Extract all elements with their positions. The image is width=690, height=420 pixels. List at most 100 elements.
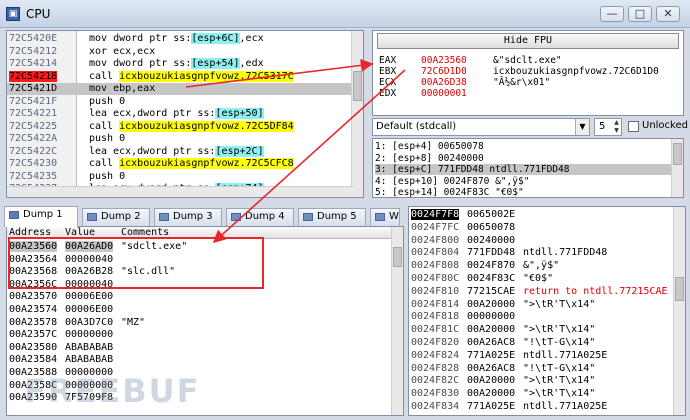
disasm-row[interactable]: 72C5421D mov ebp,eax [7,83,353,95]
chevron-down-icon[interactable]: ▼ [575,119,589,135]
spin-arrows-icon[interactable]: ▲ ▼ [612,119,621,135]
value-header[interactable]: Value [65,227,95,238]
disasm-hscrollbar[interactable] [7,186,353,197]
tab-dump-3[interactable]: Dump 3 [154,208,222,226]
disasm-row[interactable]: 72C54225 call icxbouzukiasgnpfvowz.72C5DF… [7,120,353,133]
disasm-scrollbar[interactable] [351,31,363,197]
stack-address: 0024F81C [411,324,460,336]
calling-convention-select[interactable]: Default (stdcall) ▼ [372,118,590,136]
stack-row[interactable]: 0024F82C 00A20000 ">\tR'T\x14" [409,375,675,387]
instruction-text: lea ecx,dword ptr ss: [89,145,216,157]
stack-row[interactable]: 0024F818 00000000 [409,311,675,323]
stack-row[interactable]: 0024F814 00A20000 ">\tR'T\x14" [409,299,675,311]
dump-row[interactable]: 00A2356C 00000040 [7,279,393,290]
tab-dump-4[interactable]: Dump 4 [226,208,294,226]
argument-row[interactable]: 5: [esp+14] 0024F83C "€0$" [375,187,671,197]
stack-comment: ntdll.771A025E [523,401,608,412]
register-row[interactable]: EDX 00000001 [379,88,679,99]
dump-row[interactable]: 00A23570 00006E00 [7,291,393,302]
instruction-text: lea ecx,dword ptr ss: [89,108,216,119]
stack-row[interactable]: 0024F820 00A26AC8 "!\tT-G\x14" [409,337,675,349]
stack-row[interactable]: 0024F830 00A20000 ">\tR'T\x14" [409,388,675,400]
tab-w[interactable]: W [370,208,400,226]
tab-dump-1[interactable]: Dump 1 [4,206,78,227]
scroll-thumb[interactable] [673,143,682,165]
disasm-row[interactable]: 72C5422C lea ecx,dword ptr ss:[esp+2C] [7,145,353,158]
scroll-thumb[interactable] [353,71,362,101]
tab-label: Dump 1 [23,209,63,220]
comments-header[interactable]: Comments [121,227,169,238]
stack-address: 0024F828 [411,362,460,374]
arguments-pane[interactable]: 1: [esp+4] 00650078 2: [esp+8] 00240000 3:… [372,138,684,198]
stack-row[interactable]: 0024F834 771A025E ntdll.771A025E [409,401,675,413]
disasm-row[interactable]: 72C5422A push 0 [7,133,353,145]
calling-convention-value: Default (stdcall) [376,121,457,132]
registers-pane[interactable]: Hide FPU EAX 00A23560 &"sdclt.exe" EBX 72C6D… [372,30,684,116]
register-row[interactable]: ECX 00A26D38 "Â½&r\x01" [379,77,679,88]
disasm-row[interactable]: 72C54235 push 0 [7,171,353,183]
argument-row[interactable]: 1: [esp+4] 00650078 [375,141,671,152]
tab-dump-2[interactable]: Dump 2 [82,208,150,226]
disasm-row[interactable]: 72C5421F push 0 [7,96,353,108]
dump-row[interactable]: 00A23584 ABABABAB [7,354,393,365]
scroll-thumb[interactable] [675,277,684,301]
stack-address: 0024F808 [411,260,460,272]
stack-row[interactable]: 0024F804 771FDD48 ntdll.771FDD48 [409,247,675,259]
args-scrollbar[interactable] [671,139,683,197]
maximize-button[interactable]: □ [628,6,652,22]
stack-value: 0024F83C [467,273,516,284]
stack-row[interactable]: 0024F7FC 00650078 [409,222,675,234]
disasm-row[interactable]: 72C54214 mov dword ptr ss:[esp+54],edx [7,58,353,70]
stack-address: 0024F80C [411,273,460,284]
close-button[interactable]: ✕ [656,6,680,22]
stack-row[interactable]: 0024F810 77215CAE return to ntdll.77215CAE [409,286,675,298]
stack-row[interactable]: 0024F7F8 0065002E [409,209,675,221]
address-header[interactable]: Address [9,227,51,238]
disassembly-pane[interactable]: 72C5420E mov dword ptr ss:[esp+6C],ecx 72C… [6,30,364,198]
dump-row[interactable]: 00A23578 00A3D7C0 "MZ" [7,317,393,328]
dump-scrollbar[interactable] [391,227,403,415]
register-row[interactable]: EAX 00A23560 &"sdclt.exe" [379,55,679,66]
scroll-thumb[interactable] [393,247,402,267]
stack-row[interactable]: 0024F80C 0024F83C "€0$" [409,273,675,285]
dump-row[interactable]: 00A2357C 00000000 [7,329,393,340]
disasm-address: 72C5421F [9,95,58,107]
disasm-row[interactable]: 72C54218 call icxbouzukiasgnpfvowz.72C531… [7,70,353,83]
disasm-instruction: mov ebp,eax [89,83,155,94]
disasm-row[interactable]: 72C54221 lea ecx,dword ptr ss:[esp+50] [7,108,353,120]
stack-scrollbar[interactable] [673,207,685,415]
disasm-row[interactable]: 72C54212 xor ecx,ecx [7,46,353,58]
dump-row[interactable]: 00A23560 00A26AD0 "sdclt.exe" [7,241,393,252]
dump-row[interactable]: 00A23564 00000040 [7,254,393,265]
register-value[interactable]: 00A23560 [421,55,467,66]
minimize-button[interactable]: — [600,6,624,22]
dump-address: 00A23568 [9,266,58,278]
stack-row[interactable]: 0024F800 00240000 [409,235,675,247]
stack-address: 0024F818 [411,311,460,323]
unlocked-checkbox[interactable] [628,121,639,132]
stack-row[interactable]: 0024F828 00A26AC8 "!\tT-G\x14" [409,363,675,375]
hide-fpu-button[interactable]: Hide FPU [377,33,679,49]
argument-row[interactable]: 4: [esp+10] 0024F870 &",ÿ$" [375,176,671,187]
stack-address: 0024F800 [411,234,460,246]
stack-row[interactable]: 0024F824 771A025E ntdll.771A025E [409,350,675,362]
dump-row[interactable]: 00A23580 ABABABAB [7,342,393,353]
dump-address: 00A2356C [9,278,58,290]
argument-row[interactable]: 2: [esp+8] 00240000 [375,153,671,164]
stack-pane[interactable]: 0024F7F8 0065002E 0024F7FC 00650078 0024F800… [408,206,686,416]
register-value[interactable]: 72C6D1D0 [421,66,467,77]
stack-value: 00A20000 [467,324,516,336]
register-value[interactable]: 00000001 [421,88,467,99]
register-row[interactable]: EBX 72C6D1D0 icxbouzukiasgnpfvowz.72C6D1D0 [379,66,679,77]
stack-row[interactable]: 0024F808 0024F870 &",ÿ$" [409,260,675,272]
register-value[interactable]: 00A26D38 [421,77,467,88]
stack-row[interactable]: 0024F81C 00A20000 ">\tR'T\x14" [409,324,675,336]
stack-comment: ">\tR'T\x14" [523,324,596,336]
tab-dump-5[interactable]: Dump 5 [298,208,366,226]
dump-row[interactable]: 00A23574 00006E00 [7,304,393,315]
argument-row[interactable]: 3: [esp+C] 771FDD48 ntdll.771FDD48 [375,164,671,175]
disasm-row[interactable]: 72C54230 call icxbouzukiasgnpfvowz.72C5CF… [7,158,353,170]
disasm-row[interactable]: 72C5420E mov dword ptr ss:[esp+6C],ecx [7,33,353,45]
dump-row[interactable]: 00A23568 00A26B28 "slc.dll" [7,266,393,277]
disasm-instruction: push 0 [89,96,125,107]
